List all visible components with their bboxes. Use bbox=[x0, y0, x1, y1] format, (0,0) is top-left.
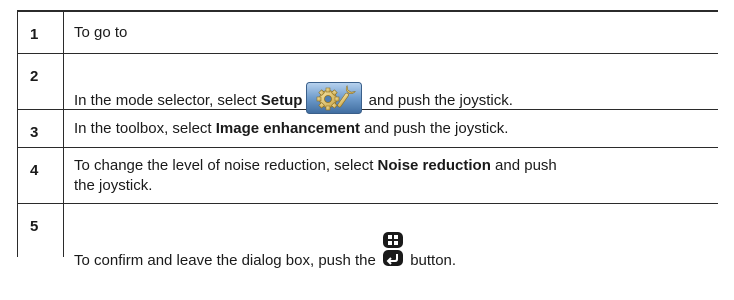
step-text-line2: the joystick. bbox=[74, 177, 153, 194]
step-text-before: In the toolbox, select bbox=[74, 120, 216, 137]
step-text-after: and push bbox=[490, 157, 557, 174]
step-text-before: To confirm and leave the dialog box, pus… bbox=[74, 252, 381, 269]
step-number: 3 bbox=[18, 110, 64, 147]
step-bold-term: Setup bbox=[260, 92, 303, 109]
step-row-5: 5 To confirm and leave the dialog box, p… bbox=[18, 204, 718, 269]
step-row-2: 2 In the mode selector, select Setup and… bbox=[18, 54, 718, 114]
step-text-before: To change the level of noise reduction, … bbox=[74, 157, 378, 174]
step-bold-term: Noise reduction bbox=[377, 157, 491, 174]
step-text: In the toolbox, select Image enhancement… bbox=[64, 110, 718, 147]
step-text-before: In the mode selector, select bbox=[74, 92, 261, 109]
instruction-table: 1 To go to 2 In the mode selector, selec… bbox=[17, 10, 718, 269]
step-number: 4 bbox=[18, 148, 64, 203]
step-text: To confirm and leave the dialog box, pus… bbox=[64, 204, 718, 269]
step-row-3: 3 In the toolbox, select Image enhanceme… bbox=[18, 110, 718, 148]
step-text-after: and push the joystick. bbox=[359, 120, 509, 137]
step-row-1: 1 To go to bbox=[18, 12, 718, 54]
step-text: In the mode selector, select Setup and p… bbox=[64, 54, 718, 114]
step-bold-term: Image enhancement bbox=[215, 120, 360, 137]
step-text-content: To go to bbox=[74, 24, 128, 41]
step-text: To change the level of noise reduction, … bbox=[64, 148, 718, 203]
step-text-after: button. bbox=[406, 252, 457, 269]
step-text: To go to bbox=[64, 12, 718, 53]
step-text-after: and push the joystick. bbox=[364, 92, 513, 109]
menu-back-button-icon bbox=[382, 231, 404, 269]
step-number: 2 bbox=[18, 54, 64, 109]
step-row-4: 4 To change the level of noise reduction… bbox=[18, 148, 718, 204]
step-number: 1 bbox=[18, 12, 64, 53]
step-number: 5 bbox=[18, 204, 64, 257]
